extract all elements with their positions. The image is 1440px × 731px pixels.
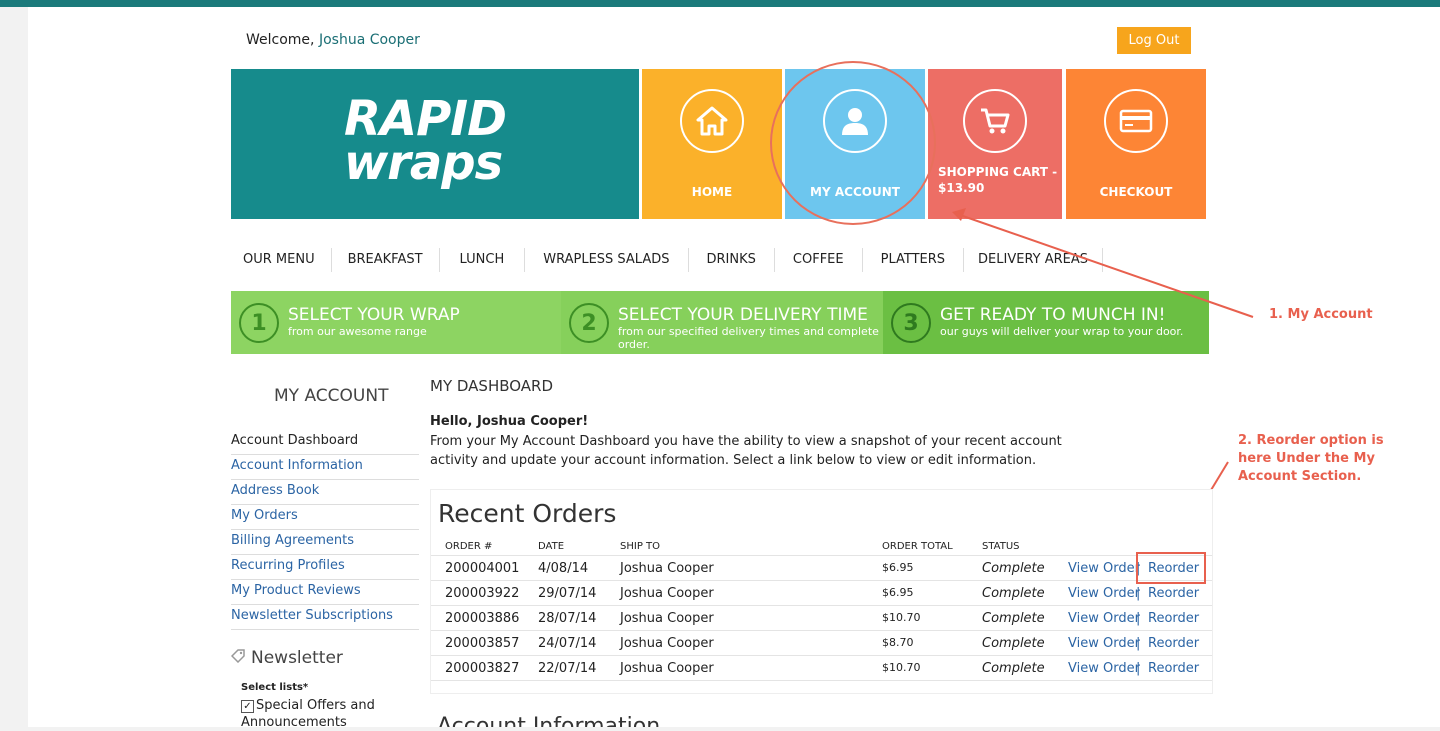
- order-status: Complete: [982, 611, 1045, 626]
- column-header-date: DATE: [538, 541, 565, 552]
- table-header-row: ORDER # DATE SHIP TO ORDER TOTAL STATUS: [431, 537, 1212, 556]
- column-header-order: ORDER #: [445, 541, 493, 552]
- sidebar-item-recurring-profiles[interactable]: Recurring Profiles: [231, 555, 419, 580]
- table-row: 200003886 28/07/14 Joshua Cooper $10.70 …: [431, 606, 1212, 631]
- reorder-link[interactable]: Reorder: [1148, 661, 1199, 676]
- order-status: Complete: [982, 586, 1045, 601]
- account-information-panel: Account Information: [430, 708, 1211, 727]
- recent-orders-title: Recent Orders: [438, 499, 617, 528]
- order-date: 4/08/14: [538, 561, 589, 576]
- special-offers-label: Special Offers and Announcements: [241, 698, 375, 730]
- order-ship-to: Joshua Cooper: [620, 586, 714, 601]
- arrow-line-1: [959, 214, 1254, 318]
- order-total: $8.70: [882, 636, 914, 649]
- order-ship-to: Joshua Cooper: [620, 636, 714, 651]
- order-total: $6.95: [882, 586, 914, 599]
- dashboard-title: MY DASHBOARD: [430, 377, 554, 395]
- newsletter-title: Newsletter: [251, 648, 343, 668]
- order-total: $10.70: [882, 611, 921, 624]
- order-number: 200003827: [445, 661, 520, 676]
- table-row: 200004001 4/08/14 Joshua Cooper $6.95 Co…: [431, 556, 1212, 581]
- dashboard-greeting: Hello, Joshua Cooper!: [430, 414, 589, 429]
- newsletter-checkbox-row: ✓ Special Offers and Announcements: [241, 697, 381, 731]
- order-number: 200003886: [445, 611, 520, 626]
- recent-orders-table: ORDER # DATE SHIP TO ORDER TOTAL STATUS …: [431, 537, 1212, 681]
- table-row: 200003922 29/07/14 Joshua Cooper $6.95 C…: [431, 581, 1212, 606]
- view-order-link[interactable]: View Order: [1068, 636, 1140, 651]
- account-sidebar-nav: Account Dashboard Account Information Ad…: [231, 430, 419, 630]
- order-status: Complete: [982, 636, 1045, 651]
- sidebar-item-account-information[interactable]: Account Information: [231, 455, 419, 480]
- link-separator: |: [1136, 611, 1141, 626]
- sidebar-item-billing-agreements[interactable]: Billing Agreements: [231, 530, 419, 555]
- sidebar-item-newsletter-subscriptions[interactable]: Newsletter Subscriptions: [231, 605, 419, 630]
- select-lists-label: Select lists*: [241, 682, 309, 693]
- tag-icon: [230, 648, 245, 668]
- view-order-link[interactable]: View Order: [1068, 561, 1140, 576]
- order-date: 24/07/14: [538, 636, 597, 651]
- view-order-link[interactable]: View Order: [1068, 611, 1140, 626]
- order-number: 200004001: [445, 561, 520, 576]
- order-ship-to: Joshua Cooper: [620, 661, 714, 676]
- order-total: $6.95: [882, 561, 914, 574]
- reorder-highlight-box: [1136, 552, 1206, 584]
- table-row: 200003827 22/07/14 Joshua Cooper $10.70 …: [431, 656, 1212, 681]
- order-date: 22/07/14: [538, 661, 597, 676]
- order-number: 200003922: [445, 586, 520, 601]
- arrow-head-1: [952, 208, 966, 221]
- order-ship-to: Joshua Cooper: [620, 561, 714, 576]
- newsletter-heading: Newsletter: [230, 648, 343, 668]
- link-separator: |: [1136, 636, 1141, 651]
- order-number: 200003857: [445, 636, 520, 651]
- order-status: Complete: [982, 561, 1045, 576]
- view-order-link[interactable]: View Order: [1068, 586, 1140, 601]
- link-separator: |: [1136, 586, 1141, 601]
- sidebar-title: MY ACCOUNT: [274, 386, 389, 406]
- column-header-order-total: ORDER TOTAL: [882, 541, 953, 552]
- account-information-title: Account Information: [437, 714, 661, 727]
- reorder-link[interactable]: Reorder: [1148, 611, 1199, 626]
- sidebar-item-account-dashboard: Account Dashboard: [231, 430, 419, 455]
- link-separator: |: [1136, 661, 1141, 676]
- dashboard-intro: From your My Account Dashboard you have …: [430, 434, 1062, 468]
- view-order-link[interactable]: View Order: [1068, 661, 1140, 676]
- sidebar-item-my-orders[interactable]: My Orders: [231, 505, 419, 530]
- recent-orders-panel: Recent Orders ORDER # DATE SHIP TO ORDER…: [430, 489, 1213, 694]
- order-date: 28/07/14: [538, 611, 597, 626]
- sidebar-item-my-product-reviews[interactable]: My Product Reviews: [231, 580, 419, 605]
- order-ship-to: Joshua Cooper: [620, 611, 714, 626]
- reorder-link[interactable]: Reorder: [1148, 636, 1199, 651]
- table-row: 200003857 24/07/14 Joshua Cooper $8.70 C…: [431, 631, 1212, 656]
- order-total: $10.70: [882, 661, 921, 674]
- order-status: Complete: [982, 661, 1045, 676]
- column-header-ship-to: SHIP TO: [620, 541, 661, 552]
- special-offers-checkbox[interactable]: ✓: [241, 700, 254, 713]
- reorder-link[interactable]: Reorder: [1148, 586, 1199, 601]
- sidebar-item-address-book[interactable]: Address Book: [231, 480, 419, 505]
- order-date: 29/07/14: [538, 586, 597, 601]
- column-header-status: STATUS: [982, 541, 1020, 552]
